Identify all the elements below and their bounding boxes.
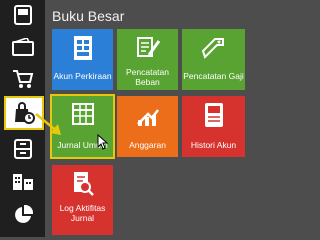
journal-grid-icon: [71, 103, 94, 125]
wallet-icon: [11, 38, 34, 56]
sidebar-item-cart[interactable]: [0, 64, 45, 94]
tile-log-aktifitas-jurnal[interactable]: Log Aktifitas Jurnal: [52, 165, 113, 235]
log-search-icon: [73, 172, 94, 196]
mouse-cursor-icon: [97, 134, 109, 150]
building-icon: [12, 174, 33, 190]
expense-note-icon: [136, 37, 160, 57]
sidebar-item-archive[interactable]: [0, 134, 45, 164]
cart-icon: [12, 70, 33, 88]
account-book-icon: [73, 36, 92, 60]
pie-chart-icon: [14, 205, 33, 223]
annotation-arrow-icon: [35, 113, 61, 135]
sidebar-item-wallet[interactable]: [0, 32, 45, 62]
ledger-bag-icon: [15, 102, 35, 124]
tile-histori-akun[interactable]: Histori Akun: [182, 96, 245, 157]
tile-anggaran[interactable]: Anggaran: [117, 96, 178, 157]
sidebar-item-reports[interactable]: [0, 200, 45, 230]
tile-label: Log Aktifitas Jurnal: [59, 203, 106, 223]
sidebar-item-dashboard[interactable]: [0, 0, 45, 30]
tile-pencatatan-beban[interactable]: Pencatatan Beban: [117, 29, 178, 90]
salary-tag-icon: [201, 38, 224, 59]
tile-label: Pencatatan Gaji: [183, 71, 244, 81]
budget-icon: [136, 109, 159, 126]
dashboard-icon: [13, 5, 32, 25]
archive-icon: [13, 139, 32, 159]
tile-label: Anggaran: [129, 140, 166, 150]
tile-label: Histori Akun: [190, 140, 237, 150]
history-book-icon: [204, 103, 223, 127]
tile-akun-perkiraan[interactable]: Akun Perkiraan: [52, 29, 113, 90]
tile-label: Akun Perkiraan: [53, 71, 112, 81]
tile-label: Pencatatan Beban: [125, 67, 169, 87]
sidebar-item-building[interactable]: [0, 166, 45, 196]
section-title: Buku Besar: [52, 8, 125, 24]
tile-pencatatan-gaji[interactable]: Pencatatan Gaji: [182, 29, 245, 90]
